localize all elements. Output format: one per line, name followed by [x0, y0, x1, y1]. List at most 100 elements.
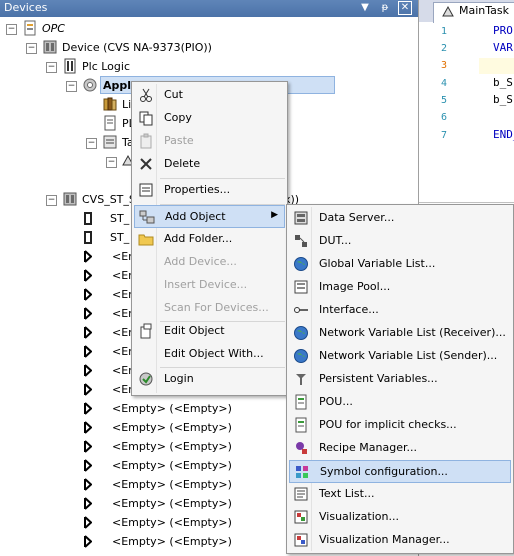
submenu-item-text-list[interactable]: Text List...	[289, 483, 511, 506]
empty-slot-icon	[84, 307, 92, 320]
menu-item-label: Persistent Variables...	[319, 372, 438, 385]
dut-icon	[295, 235, 307, 247]
menu-item-insert-device[interactable]: Insert Device...	[134, 274, 285, 297]
list-item[interactable]: <Empty> (<Empty>)	[0, 532, 280, 551]
submenu-item-visualization-manager[interactable]: Visualization Manager...	[289, 529, 511, 552]
list-item[interactable]: <Empty> (<Empty>)	[0, 399, 280, 418]
collapse-icon[interactable]: −	[106, 157, 117, 168]
menu-item-label: Text List...	[319, 487, 375, 500]
collapse-icon[interactable]: −	[86, 138, 97, 149]
submenu-item-recipe-manager[interactable]: Recipe Manager...	[289, 437, 511, 460]
code-area[interactable]: 1 PRO 2 VAR 3 4 b_S 5 b_S 6 7 END_	[419, 22, 514, 202]
list-item[interactable]: <Em	[0, 380, 140, 399]
line-number: 7	[441, 130, 448, 141]
tree-node-device[interactable]: − Device (CVS NA-9373(PIO))	[0, 38, 418, 57]
tree-node-library[interactable]: Lib	[0, 95, 138, 114]
menu-item-add-object[interactable]: Add Object ▶	[134, 205, 285, 228]
tree-label-opc: OPC	[42, 22, 65, 35]
list-item[interactable]: <Em	[0, 285, 140, 304]
menu-item-cut[interactable]: Cut	[134, 84, 285, 107]
empty-slot-icon	[84, 402, 92, 415]
collapse-icon[interactable]: −	[46, 62, 57, 73]
tree-label-st: ST_	[110, 212, 130, 225]
list-item[interactable]: <Empty> (<Empty>)	[0, 513, 280, 532]
menu-item-add-folder[interactable]: Add Folder...	[134, 228, 285, 251]
menu-item-properties[interactable]: Properties...	[134, 179, 285, 202]
data-server-icon	[294, 211, 308, 225]
tree-label-st: ST_	[110, 231, 130, 244]
list-item[interactable]: <Em	[0, 361, 140, 380]
tree-node-task-config[interactable]: − Ta	[0, 133, 134, 152]
menu-item-edit-object[interactable]: Edit Object	[134, 320, 285, 343]
empty-slot-icon	[84, 269, 92, 282]
list-item[interactable]: <Em	[0, 304, 140, 323]
pin-icon[interactable]: ᵽ	[378, 1, 392, 15]
list-item[interactable]: <Empty> (<Empty>)	[0, 437, 280, 456]
menu-item-delete[interactable]: Delete	[134, 153, 285, 176]
menu-item-add-device[interactable]: Add Device...	[134, 251, 285, 274]
submenu-item-data-server[interactable]: Data Server...	[289, 207, 511, 230]
list-item[interactable]: <Empty> (<Empty>)	[0, 418, 280, 437]
tree-label-plc-logic: Plc Logic	[82, 60, 130, 73]
code-line: PRO	[493, 24, 513, 37]
collapse-icon[interactable]: −	[46, 195, 57, 206]
submenu-item-dut[interactable]: DUT...	[289, 230, 511, 253]
menu-item-label: Delete	[164, 157, 201, 170]
list-item[interactable]: <Em	[0, 266, 140, 285]
list-item[interactable]: <Em	[0, 342, 140, 361]
visualization-icon	[294, 510, 308, 524]
project-icon	[24, 20, 36, 36]
menu-item-copy[interactable]: Copy	[134, 107, 285, 130]
menu-item-paste[interactable]: Paste	[134, 130, 285, 153]
edit-object-icon	[140, 323, 152, 339]
close-icon[interactable]: ✕	[398, 1, 412, 15]
submenu-item-persistent-variables[interactable]: Persistent Variables...	[289, 368, 511, 391]
properties-icon	[139, 183, 153, 197]
submenu-item-interface[interactable]: Interface...	[289, 299, 511, 322]
submenu-item-symbol-configuration[interactable]: Symbol configuration...	[289, 460, 511, 483]
tree-label-empty: <Empty> (<Empty>)	[112, 402, 232, 415]
menu-item-label: Symbol configuration...	[320, 465, 448, 478]
dropdown-icon[interactable]: ▼	[358, 1, 372, 15]
submenu-arrow-icon: ▶	[271, 210, 278, 220]
empty-slot-icon	[84, 516, 92, 529]
menu-item-label: Network Variable List (Receiver)...	[319, 326, 506, 339]
empty-slot-icon	[84, 421, 92, 434]
tree-node-plc-prg[interactable]: PL	[0, 114, 135, 133]
submenu-item-nvl-receiver[interactable]: Network Variable List (Receiver)...	[289, 322, 511, 345]
list-item[interactable]: ST_	[0, 209, 140, 228]
menu-item-label: Image Pool...	[319, 280, 391, 293]
list-item[interactable]: ST_	[0, 228, 140, 247]
paste-icon	[140, 133, 152, 149]
menu-item-edit-object-with[interactable]: Edit Object With...	[134, 343, 285, 366]
empty-slot-icon	[84, 440, 92, 453]
menu-item-login[interactable]: Login	[134, 368, 285, 391]
list-item[interactable]: <Em	[0, 323, 140, 342]
menu-item-label: Global Variable List...	[319, 257, 436, 270]
menu-item-scan-devices[interactable]: Scan For Devices...	[134, 297, 285, 320]
task-config-icon	[103, 135, 117, 149]
pou-icon	[295, 394, 307, 410]
menu-item-label: Recipe Manager...	[319, 441, 417, 454]
tree-node-plc-logic[interactable]: − Plc Logic	[0, 57, 418, 76]
collapse-icon[interactable]: −	[6, 24, 17, 35]
tree-node-opc[interactable]: − OPC	[0, 19, 418, 38]
io-slot-icon	[84, 231, 92, 244]
tree-node-task[interactable]: −	[0, 152, 134, 171]
list-item[interactable]: <Em	[0, 247, 140, 266]
list-item[interactable]: <Empty> (<Empty>)	[0, 494, 280, 513]
submenu-item-pou[interactable]: POU...	[289, 391, 511, 414]
list-item[interactable]: <Empty> (<Empty>)	[0, 475, 280, 494]
list-item[interactable]: <Empty> (<Empty>)	[0, 456, 280, 475]
submenu-item-global-variable-list[interactable]: Global Variable List...	[289, 253, 511, 276]
line-number: 6	[441, 112, 448, 123]
menu-item-label: Copy	[164, 111, 192, 124]
collapse-icon[interactable]: −	[26, 43, 37, 54]
submenu-item-nvl-sender[interactable]: Network Variable List (Sender)...	[289, 345, 511, 368]
submenu-item-pou-implicit-checks[interactable]: POU for implicit checks...	[289, 414, 511, 437]
submenu-item-image-pool[interactable]: Image Pool...	[289, 276, 511, 299]
submenu-item-visualization[interactable]: Visualization...	[289, 506, 511, 529]
menu-item-label: POU...	[319, 395, 353, 408]
line-number: 4	[441, 78, 448, 89]
collapse-icon[interactable]: −	[66, 81, 77, 92]
